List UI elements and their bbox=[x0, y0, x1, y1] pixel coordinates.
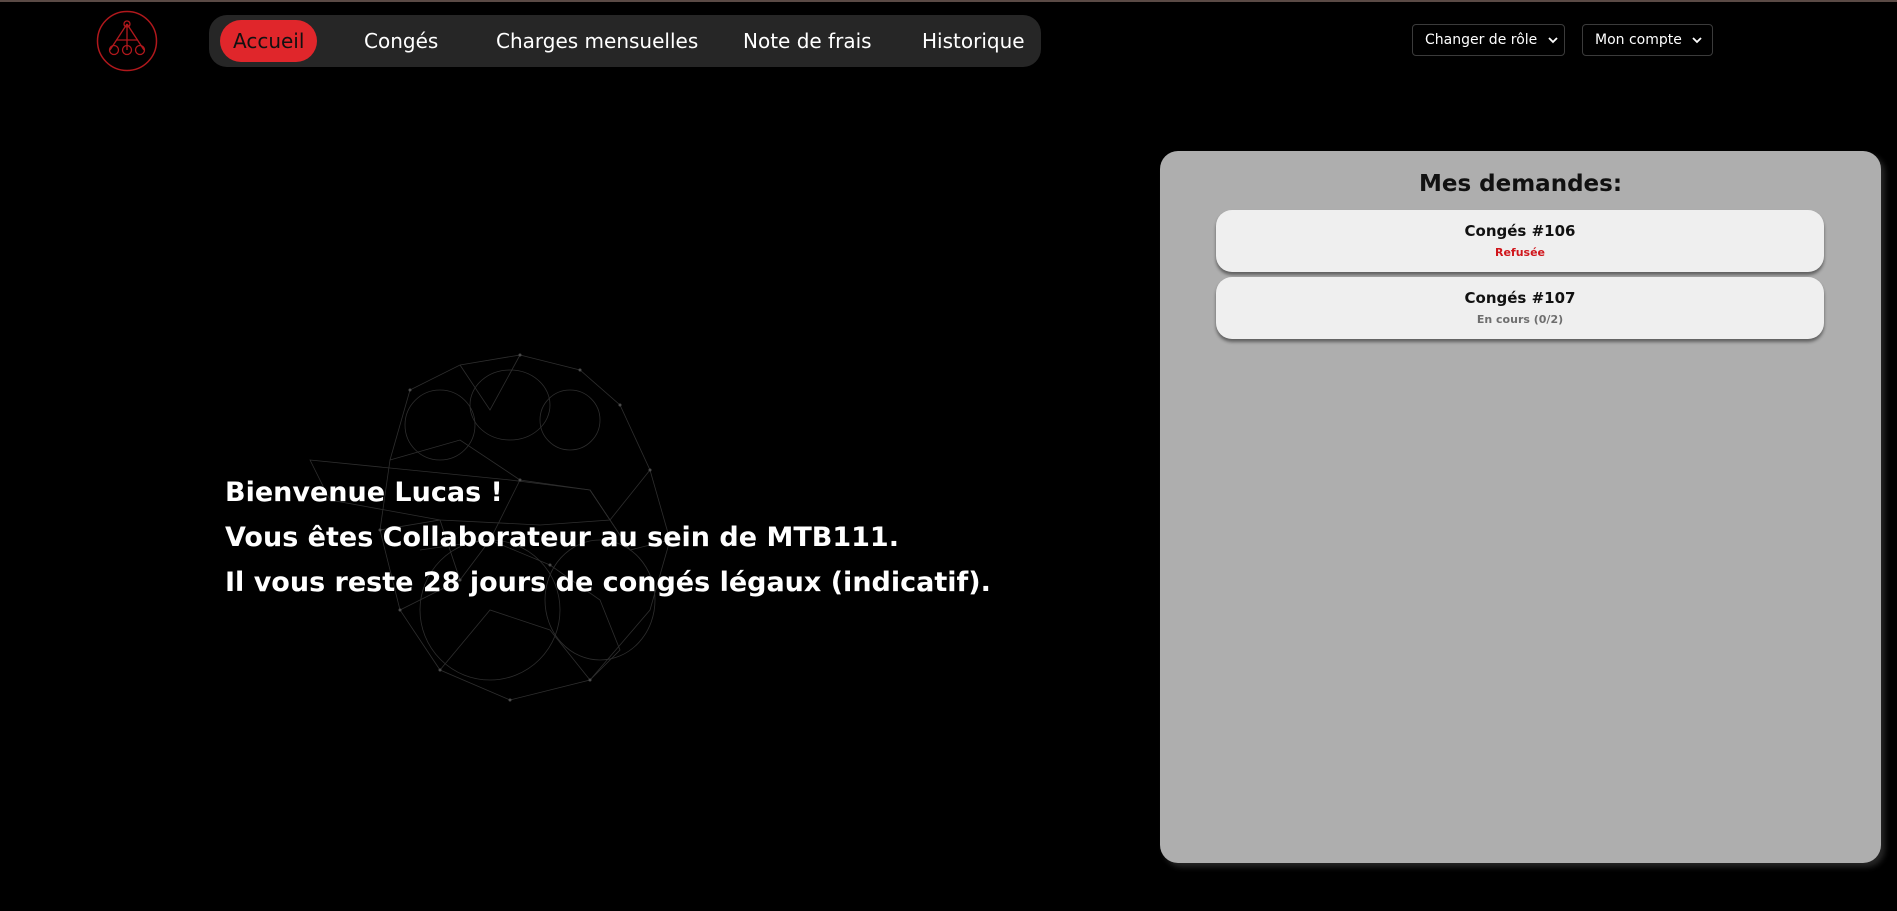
nav-item-conges[interactable]: Congés bbox=[364, 20, 438, 62]
welcome-leave-balance: Il vous reste 28 jours de congés légaux … bbox=[225, 567, 991, 598]
nav-item-charges-mensuelles[interactable]: Charges mensuelles bbox=[496, 20, 698, 62]
main-nav: Accueil Congés Charges mensuelles Note d… bbox=[209, 15, 1041, 67]
top-border bbox=[0, 0, 1897, 2]
logo[interactable] bbox=[96, 10, 158, 72]
request-status: Refusée bbox=[1494, 246, 1545, 259]
my-account-label: Mon compte bbox=[1595, 32, 1682, 48]
requests-panel: Mes demandes: Congés #106 Refusée Congés… bbox=[1160, 151, 1881, 863]
nav-item-accueil[interactable]: Accueil bbox=[220, 20, 318, 62]
change-role-label: Changer de rôle bbox=[1425, 32, 1538, 48]
request-card-107[interactable]: Congés #107 En cours (0/2) bbox=[1216, 277, 1824, 339]
change-role-dropdown[interactable]: Changer de rôle bbox=[1412, 24, 1565, 56]
request-title: Congés #107 bbox=[1464, 289, 1576, 307]
nav-item-historique[interactable]: Historique bbox=[922, 20, 1025, 62]
chevron-down-icon bbox=[1548, 36, 1558, 43]
my-account-dropdown[interactable]: Mon compte bbox=[1582, 24, 1713, 56]
request-card-106[interactable]: Congés #106 Refusée bbox=[1216, 210, 1824, 272]
welcome-role: Vous êtes Collaborateur au sein de MTB11… bbox=[225, 522, 899, 553]
requests-panel-title: Mes demandes: bbox=[1418, 171, 1623, 197]
chevron-down-icon bbox=[1692, 36, 1702, 43]
welcome-greeting: Bienvenue Lucas ! bbox=[225, 477, 503, 508]
request-status: En cours (0/2) bbox=[1476, 313, 1564, 326]
nav-item-note-de-frais[interactable]: Note de frais bbox=[743, 20, 872, 62]
welcome-message: Bienvenue Lucas ! Vous êtes Collaborateu… bbox=[225, 470, 991, 605]
request-title: Congés #106 bbox=[1464, 222, 1576, 240]
